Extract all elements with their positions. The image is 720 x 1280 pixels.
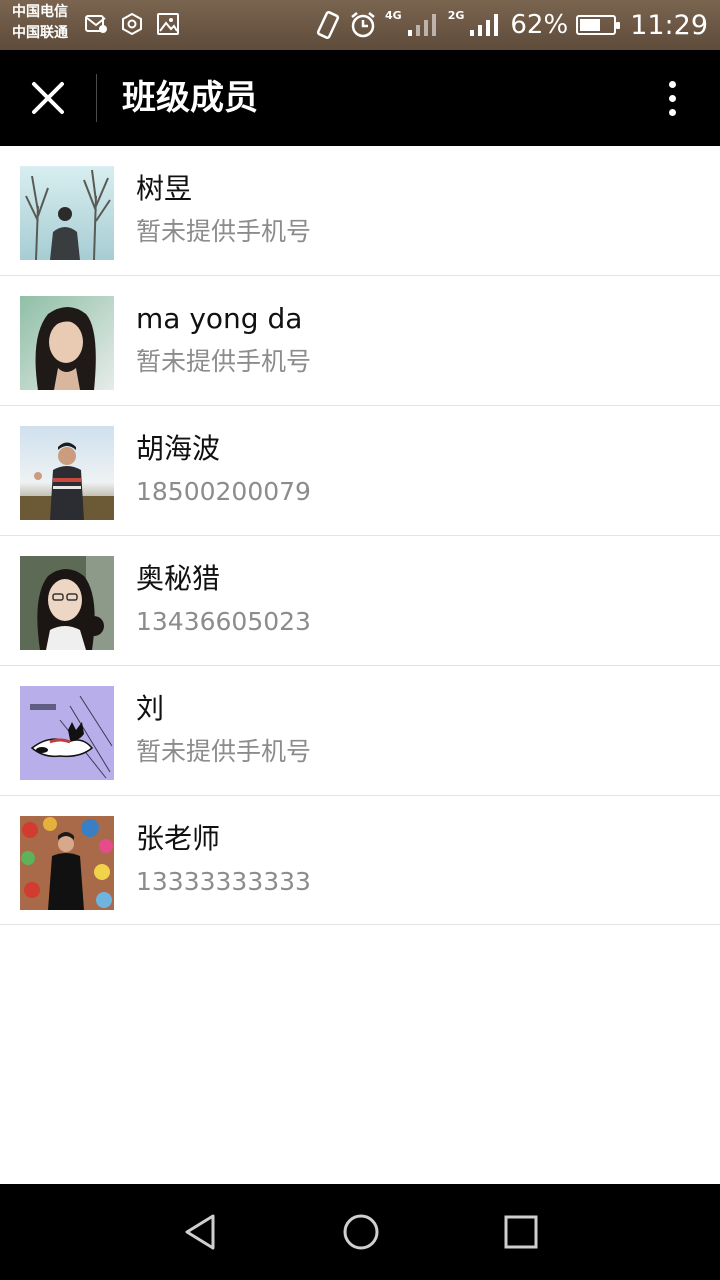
signal-1-icon <box>407 14 436 36</box>
recents-button[interactable] <box>491 1202 551 1262</box>
member-phone: 暂未提供手机号 <box>136 737 312 766</box>
member-item[interactable]: 奥秘猎 13436605023 <box>0 536 720 666</box>
avatar <box>20 296 114 390</box>
avatar <box>20 556 114 650</box>
settings-notification-icon <box>122 12 142 36</box>
member-phone: 18500200079 <box>136 477 311 506</box>
member-item[interactable]: 刘 暂未提供手机号 <box>0 666 720 796</box>
close-button[interactable] <box>22 72 74 124</box>
back-button[interactable] <box>171 1202 231 1262</box>
image-notification-icon <box>157 13 179 35</box>
member-item[interactable]: 树昱 暂未提供手机号 <box>0 146 720 276</box>
more-vertical-icon-dot <box>668 108 676 116</box>
more-options-button[interactable] <box>650 76 694 120</box>
avatar <box>20 686 114 780</box>
network-2-label: 2G <box>447 8 465 22</box>
avatar-image <box>20 556 114 650</box>
member-name: 胡海波 <box>136 432 221 465</box>
avatar-image <box>20 296 114 390</box>
member-name: 刘 <box>136 692 165 725</box>
member-list: 树昱 暂未提供手机号 ma yong da 暂未提供手机号 胡海波 185002… <box>0 146 720 925</box>
back-triangle-icon <box>185 1214 215 1250</box>
member-phone: 13333333333 <box>136 867 311 896</box>
carrier-2: 中国联通 <box>12 25 68 41</box>
more-vertical-icon-dot <box>668 94 676 102</box>
member-name: 树昱 <box>136 172 193 205</box>
system-indicators: 4G 2G 62% 11:29 <box>315 0 708 50</box>
member-name: 张老师 <box>136 822 221 855</box>
avatar-image <box>20 816 114 910</box>
message-notification-icon <box>85 15 107 33</box>
member-phone: 暂未提供手机号 <box>136 217 312 246</box>
close-icon <box>32 82 64 114</box>
title-bar: 班级成员 <box>0 50 720 146</box>
alarm-icon <box>351 12 375 38</box>
battery-percent: 62% <box>510 10 569 40</box>
member-phone: 13436605023 <box>136 607 311 636</box>
member-item[interactable]: 张老师 13333333333 <box>0 796 720 925</box>
title-divider <box>96 74 97 122</box>
battery-icon <box>576 15 621 35</box>
member-phone: 暂未提供手机号 <box>136 347 312 376</box>
home-button[interactable] <box>331 1202 391 1262</box>
network-1-label: 4G <box>385 8 402 22</box>
notification-icons <box>84 12 180 36</box>
home-circle-icon <box>343 1214 379 1250</box>
avatar <box>20 166 114 260</box>
member-name: ma yong da <box>136 302 303 335</box>
avatar-image <box>20 686 114 780</box>
page-title: 班级成员 <box>122 78 258 118</box>
carrier-1: 中国电信 <box>12 4 68 20</box>
clock: 11:29 <box>630 9 708 41</box>
battery-fill <box>580 19 601 31</box>
vibrate-icon <box>316 10 340 40</box>
system-nav-bar <box>0 1184 720 1280</box>
more-vertical-icon-dot <box>668 80 676 88</box>
avatar-image <box>20 166 114 260</box>
member-item[interactable]: 胡海波 18500200079 <box>0 406 720 536</box>
recents-square-icon <box>504 1215 538 1249</box>
carrier-labels: 中国电信 中国联通 <box>12 2 68 44</box>
avatar <box>20 816 114 910</box>
avatar <box>20 426 114 520</box>
avatar-image <box>20 426 114 520</box>
status-bar: 中国电信 中国联通 4G 2G 62% 11:29 <box>0 0 720 50</box>
member-item[interactable]: ma yong da 暂未提供手机号 <box>0 276 720 406</box>
member-name: 奥秘猎 <box>136 562 221 595</box>
signal-2-icon <box>470 14 499 36</box>
